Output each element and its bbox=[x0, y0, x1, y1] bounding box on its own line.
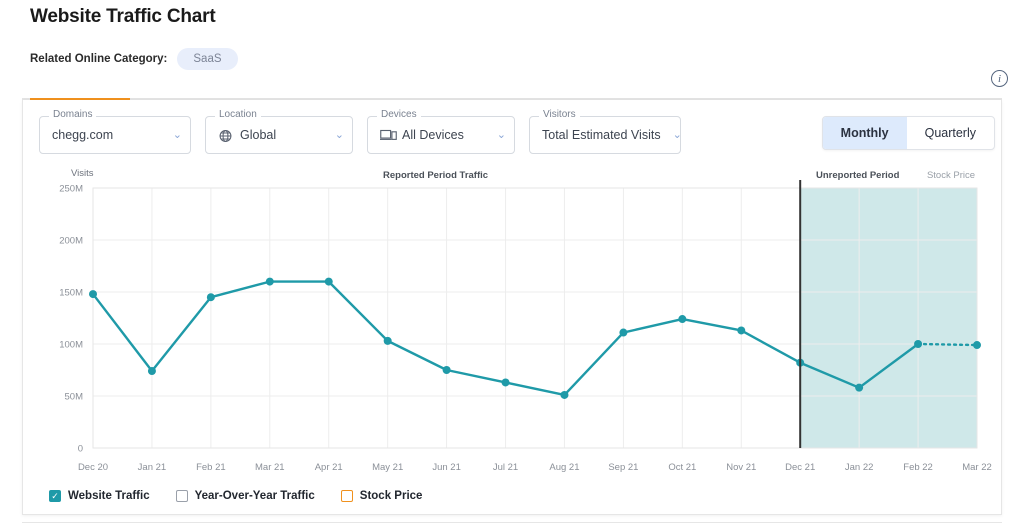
x-tick-label: Feb 21 bbox=[196, 462, 226, 473]
page-root: Website Traffic Chart Related Online Cat… bbox=[0, 0, 1024, 529]
filter-location[interactable]: Location Global ⌄ bbox=[205, 110, 353, 154]
data-point bbox=[265, 277, 274, 286]
x-tick-label: Apr 21 bbox=[315, 462, 343, 473]
related-category-label: Related Online Category: bbox=[30, 53, 168, 65]
bottom-divider bbox=[22, 522, 1002, 523]
category-badge-saas[interactable]: SaaS bbox=[177, 48, 238, 70]
y-tick-label: 200M bbox=[59, 236, 83, 247]
y-tick-label: 250M bbox=[59, 184, 83, 195]
checkbox-yoy-traffic[interactable] bbox=[175, 490, 188, 502]
legend-label-stock-price: Stock Price bbox=[359, 490, 423, 502]
filter-devices-value: All Devices bbox=[402, 128, 464, 142]
data-point bbox=[855, 383, 864, 392]
data-point bbox=[737, 326, 746, 335]
y-tick-label: 150M bbox=[59, 288, 83, 299]
x-tick-label: Nov 21 bbox=[726, 462, 756, 473]
legend-item-website-traffic[interactable]: ✓ Website Traffic bbox=[49, 490, 150, 502]
y-tick-label: 0 bbox=[78, 444, 83, 455]
x-tick-label: Jan 21 bbox=[138, 462, 167, 473]
filter-visitors-value: Total Estimated Visits bbox=[542, 128, 661, 142]
globe-icon bbox=[218, 129, 233, 142]
data-point bbox=[501, 378, 510, 387]
legend-item-yoy-traffic[interactable]: Year-Over-Year Traffic bbox=[175, 490, 315, 502]
x-tick-label: Jul 21 bbox=[493, 462, 518, 473]
legend-item-stock-price[interactable]: Stock Price bbox=[340, 490, 423, 502]
filter-bar: Domains chegg.com ⌄ Location Global ⌄ De… bbox=[39, 110, 682, 154]
series-line-forecast-dotted bbox=[916, 342, 979, 347]
legend-label-website-traffic: Website Traffic bbox=[68, 490, 150, 502]
filter-domains-legend: Domains bbox=[49, 110, 97, 120]
y-tick-label: 50M bbox=[65, 392, 84, 403]
related-category-row: Related Online Category: SaaS bbox=[30, 48, 238, 70]
x-tick-label: Sep 21 bbox=[608, 462, 638, 473]
data-point bbox=[147, 367, 156, 376]
y-tick-label: 100M bbox=[59, 340, 83, 351]
traffic-line-chart[interactable]: 0 50M 100M 150M 200M 250M Dec 20 Jan 21 Feb 21 Ma… bbox=[23, 162, 1003, 510]
filter-devices-legend: Devices bbox=[377, 110, 421, 120]
filter-domains-value: chegg.com bbox=[52, 128, 114, 142]
x-tick-label: Jun 21 bbox=[432, 462, 461, 473]
data-point bbox=[442, 366, 451, 374]
device-icon bbox=[380, 129, 397, 142]
data-point bbox=[914, 340, 923, 348]
chart-area: Visits Reported Period Traffic Unreporte… bbox=[23, 162, 1003, 510]
filter-devices[interactable]: Devices All Devices ⌄ bbox=[367, 110, 515, 154]
filter-visitors-legend: Visitors bbox=[539, 110, 580, 120]
data-point bbox=[973, 341, 981, 350]
x-tick-label: Feb 22 bbox=[903, 462, 933, 473]
x-tick-label: Dec 21 bbox=[785, 462, 815, 473]
checkbox-website-traffic[interactable]: ✓ bbox=[49, 490, 61, 502]
x-tick-label: Mar 22 bbox=[962, 462, 992, 473]
data-point bbox=[619, 328, 628, 337]
period-toggle-quarterly[interactable]: Quarterly bbox=[907, 117, 994, 149]
chevron-down-icon[interactable]: ⌄ bbox=[173, 129, 182, 141]
chart-card: Domains chegg.com ⌄ Location Global ⌄ De… bbox=[22, 100, 1002, 515]
data-point bbox=[560, 390, 569, 399]
filter-domains[interactable]: Domains chegg.com ⌄ bbox=[39, 110, 191, 154]
x-tick-label: May 21 bbox=[372, 462, 403, 473]
filter-visitors[interactable]: Visitors Total Estimated Visits ⌄ bbox=[529, 110, 682, 154]
legend-label-yoy-traffic: Year-Over-Year Traffic bbox=[194, 490, 315, 502]
period-toggle: Monthly Quarterly bbox=[821, 116, 995, 150]
x-tick-label: Oct 21 bbox=[668, 462, 696, 473]
data-point bbox=[678, 315, 687, 324]
filter-location-legend: Location bbox=[215, 110, 261, 120]
x-tick-label: Dec 20 bbox=[78, 462, 108, 473]
chevron-down-icon[interactable]: ⌄ bbox=[673, 129, 682, 141]
page-title: Website Traffic Chart bbox=[30, 6, 216, 27]
x-tick-label: Aug 21 bbox=[549, 462, 579, 473]
data-point bbox=[383, 336, 392, 345]
x-tick-label: Jan 22 bbox=[845, 462, 874, 473]
x-tick-label: Mar 21 bbox=[255, 462, 285, 473]
data-point bbox=[89, 290, 97, 299]
chart-legend: ✓ Website Traffic Year-Over-Year Traffic… bbox=[49, 490, 422, 502]
unreported-period-band bbox=[800, 188, 977, 448]
chevron-down-icon[interactable]: ⌄ bbox=[497, 129, 506, 141]
filter-location-value: Global bbox=[240, 128, 277, 142]
data-point bbox=[324, 277, 333, 286]
checkbox-stock-price[interactable] bbox=[340, 490, 353, 502]
chevron-down-icon[interactable]: ⌄ bbox=[335, 129, 344, 141]
info-icon[interactable]: i bbox=[991, 70, 1008, 87]
period-toggle-monthly[interactable]: Monthly bbox=[822, 117, 907, 149]
data-point bbox=[206, 293, 215, 302]
